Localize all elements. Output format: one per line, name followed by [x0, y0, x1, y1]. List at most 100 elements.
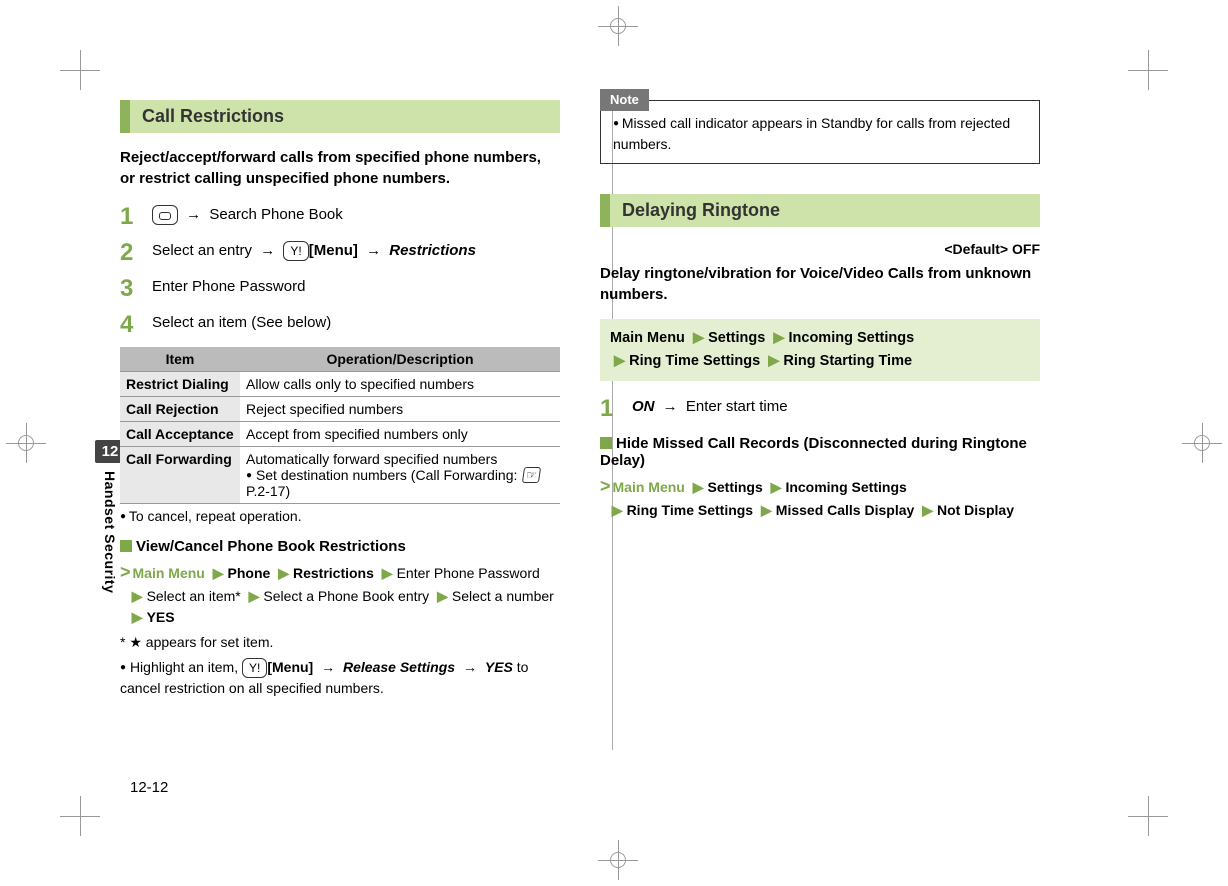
page-ref-text: P.2-17): [246, 483, 290, 499]
step-number: 1: [600, 395, 618, 421]
nav-start-icon: >: [120, 562, 133, 582]
nav-item: Incoming Settings: [785, 479, 906, 495]
step-text: Enter start time: [686, 398, 788, 415]
crop-left-center: [6, 423, 46, 463]
subsection-heading: Hide Missed Call Records (Disconnected d…: [600, 435, 1027, 469]
chevron-icon: ▶: [767, 479, 786, 495]
nav-item: Ring Time Settings: [629, 353, 760, 369]
left-column: Call Restrictions Reject/accept/forward …: [120, 100, 560, 699]
arrow-icon: →: [317, 659, 339, 675]
table-row: Call Acceptance Accept from specified nu…: [120, 422, 560, 447]
table-cell-extra: Set destination numbers (Call Forwarding…: [256, 467, 517, 483]
table-row: Restrict Dialing Allow calls only to spe…: [120, 372, 560, 397]
nav-item: Select a number: [452, 588, 554, 604]
nav-main-menu: Main Menu: [610, 330, 685, 346]
nav-item: YES: [147, 609, 175, 625]
table-cell-text: Automatically forward specified numbers: [246, 451, 497, 467]
note-box: Note Missed call indicator appears in St…: [600, 100, 1040, 164]
table-row: Call Rejection Reject specified numbers: [120, 397, 560, 422]
step-1: 1 → Search Phone Book: [120, 203, 560, 229]
step-text: Search Phone Book: [209, 206, 342, 223]
page-content: Call Restrictions Reject/accept/forward …: [120, 100, 1080, 699]
nav-item: Phone: [228, 565, 271, 581]
note-label: Note: [600, 89, 649, 111]
step-number: 4: [120, 311, 138, 337]
arrow-icon: →: [362, 242, 385, 259]
nav-item: Ring Time Settings: [627, 502, 754, 518]
directional-key-icon: [152, 205, 178, 225]
nav-item: Select a Phone Book entry: [263, 588, 429, 604]
bullet-icon: ●: [246, 470, 252, 481]
nav-item: Missed Calls Display: [776, 502, 915, 518]
note-text: Highlight an item,: [130, 659, 238, 675]
step-text-italic: Restrictions: [389, 242, 476, 259]
star-note-text: ★ appears for set item.: [129, 634, 273, 650]
nav-item: Settings: [708, 479, 763, 495]
chevron-icon: ▶: [128, 609, 147, 625]
crop-tr: [1128, 50, 1168, 90]
table-cell-item: Restrict Dialing: [120, 372, 240, 397]
chevron-icon: ▶: [689, 479, 708, 495]
table-header-row: Item Operation/Description: [120, 347, 560, 372]
table-header-desc: Operation/Description: [240, 347, 560, 372]
chevron-icon: ▶: [128, 588, 147, 604]
table-cell-desc: Allow calls only to specified numbers: [240, 372, 560, 397]
arrow-icon: →: [659, 398, 682, 415]
chapter-title: Handset Security: [102, 471, 118, 593]
menu-label: [Menu]: [309, 242, 358, 259]
chevron-icon: ▶: [433, 588, 452, 604]
step-text: Enter Phone Password: [152, 275, 560, 299]
right-column: Note Missed call indicator appears in St…: [600, 100, 1040, 699]
nav-path-hide-missed: >Main Menu ▶Settings ▶Incoming Settings …: [600, 473, 1040, 521]
note-text-italic: YES: [485, 659, 513, 675]
table-cell-item: Call Forwarding: [120, 447, 240, 504]
step-number: 3: [120, 275, 138, 301]
crop-bottom-center: [598, 840, 638, 880]
subsection-heading: View/Cancel Phone Book Restrictions: [136, 538, 406, 555]
star-note: * ★ appears for set item.: [120, 632, 560, 653]
crop-br: [1128, 796, 1168, 836]
nav-item: Select an item*: [147, 588, 241, 604]
table-header-item: Item: [120, 347, 240, 372]
arrow-icon: →: [459, 659, 481, 675]
table-cell-desc: Reject specified numbers: [240, 397, 560, 422]
crop-tl: [60, 50, 100, 90]
chevron-icon: ▶: [608, 502, 627, 518]
chevron-icon: ▶: [209, 565, 228, 581]
square-bullet-icon: [120, 540, 132, 552]
arrow-icon: →: [182, 206, 205, 223]
restrictions-table: Item Operation/Description Restrict Dial…: [120, 347, 560, 504]
square-bullet-icon: [600, 437, 612, 449]
chevron-icon: ▶: [769, 330, 788, 346]
nav-start-icon: >: [600, 476, 613, 496]
lead-delaying-ringtone: Delay ringtone/vibration for Voice/Video…: [600, 263, 1040, 305]
chevron-icon: ▶: [378, 565, 397, 581]
subsection-hide-missed: Hide Missed Call Records (Disconnected d…: [600, 435, 1040, 469]
step-number: 1: [120, 203, 138, 229]
nav-item: Enter Phone Password: [397, 565, 540, 581]
step-4: 4 Select an item (See below): [120, 311, 560, 337]
nav-item: Incoming Settings: [789, 330, 915, 346]
note-body: Missed call indicator appears in Standby…: [609, 113, 1031, 155]
page-number: 12-12: [130, 779, 168, 796]
step-2: 2 Select an entry → Y![Menu] → Restricti…: [120, 239, 560, 265]
chevron-icon: ▶: [918, 502, 937, 518]
table-cell-item: Call Acceptance: [120, 422, 240, 447]
nav-item: Restrictions: [293, 565, 374, 581]
crop-bl: [60, 796, 100, 836]
note-text-italic: Release Settings: [343, 659, 455, 675]
nav-item: Not Display: [937, 502, 1014, 518]
cancel-note: To cancel, repeat operation.: [120, 508, 560, 524]
section-title-call-restrictions: Call Restrictions: [120, 100, 560, 133]
section-title-delaying-ringtone: Delaying Ringtone: [600, 194, 1040, 227]
chevron-icon: ▶: [757, 502, 776, 518]
menu-label: [Menu]: [267, 659, 313, 675]
menu-path-box: Main Menu ▶Settings ▶Incoming Settings ▶…: [600, 319, 1040, 381]
table-row: Call Forwarding Automatically forward sp…: [120, 447, 560, 504]
table-cell-desc: Accept from specified numbers only: [240, 422, 560, 447]
arrow-icon: →: [256, 242, 279, 259]
nav-path-view-cancel: >Main Menu ▶Phone ▶Restrictions ▶Enter P…: [120, 559, 560, 628]
table-cell-desc: Automatically forward specified numbers …: [240, 447, 560, 504]
chevron-icon: ▶: [245, 588, 264, 604]
lead-call-restrictions: Reject/accept/forward calls from specifi…: [120, 147, 560, 189]
